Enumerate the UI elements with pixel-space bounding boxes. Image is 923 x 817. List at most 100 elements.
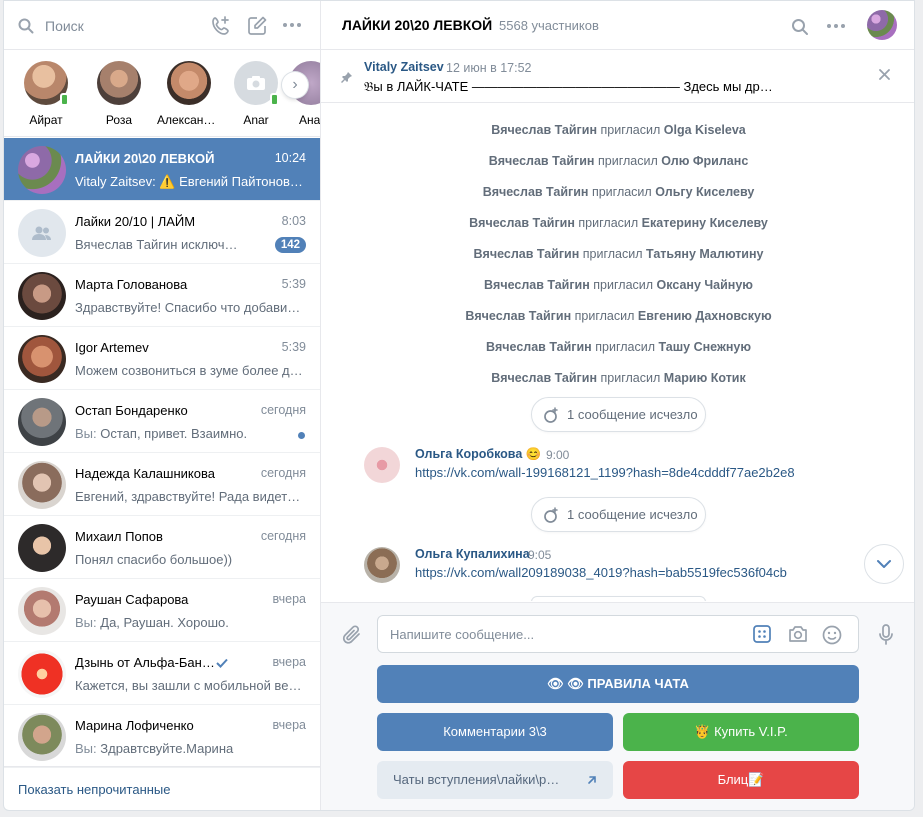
dialog-item[interactable]: Лайки 20/10 | ЛАЙМ 8:03 Вячеслав Тайгин …	[4, 201, 320, 264]
avatar	[167, 61, 211, 105]
dialogs-list: ЛАЙКИ 20\20 ЛЕВКОЙ 10:24 Vitaly Zaitsev:…	[4, 138, 320, 768]
dialog-name: Михаил Попов	[75, 529, 163, 544]
dialog-name: Лайки 20/10 | ЛАЙМ	[75, 214, 196, 229]
dialog-item[interactable]: Надежда Калашникова сегодня Евгений, здр…	[4, 453, 320, 516]
dialog-preview: Кажется, вы зашли с мобильной вер…	[75, 678, 305, 693]
dialog-time: сегодня	[260, 403, 306, 417]
stories-next-button[interactable]: ›	[282, 72, 308, 98]
bot-keyboard-icon[interactable]	[753, 625, 771, 643]
dialog-name: ЛАЙКИ 20\20 ЛЕВКОЙ	[75, 151, 215, 166]
new-call-icon[interactable]	[210, 15, 232, 37]
verified-check-icon	[216, 658, 228, 668]
dialog-preview: Да, Раушан. Хорошо.	[100, 615, 229, 630]
story-name: Айрат	[29, 113, 63, 127]
chevron-down-icon	[877, 560, 891, 568]
dialog-item[interactable]: Раушан Сафарова вчера Вы: Да, Раушан. Хо…	[4, 579, 320, 642]
story-name: Anar	[243, 113, 269, 127]
you-prefix: Вы:	[75, 741, 97, 756]
dialog-name: Надежда Калашникова	[75, 466, 215, 481]
camera-icon	[247, 76, 265, 90]
pin-icon	[341, 72, 352, 83]
service-message: Вячеслав Тайгин пригласил Ташу Снежную	[485, 340, 752, 354]
disappeared-message-pill[interactable]: 1 сообщение исчезло	[531, 397, 706, 432]
dialog-item[interactable]: Igor Artemev 5:39 Можем созвониться в зу…	[4, 327, 320, 390]
paperclip-icon[interactable]	[341, 624, 363, 646]
pinned-message[interactable]: Vitaly Zaitsev 12 июн в 17:52 𝔅ы в ЛАЙК-…	[321, 51, 914, 103]
scroll-down-button[interactable]	[864, 544, 904, 584]
show-unread-link[interactable]: Показать непрочитанные	[4, 766, 320, 810]
story-item[interactable]: Айрат	[14, 61, 78, 127]
service-message: Вячеслав Тайгин пригласил Olga Kiseleva	[491, 123, 746, 137]
search-input[interactable]: Поиск	[45, 18, 84, 34]
message-input[interactable]: Напишите сообщение...	[377, 615, 859, 653]
service-message: Вячеслав Тайгин пригласил Марию Котик	[491, 371, 746, 385]
search-icon	[18, 18, 34, 34]
dialog-preview: Остап, привет. Взаимно.	[100, 426, 248, 441]
dialog-name: Дзынь от Альфа-Бан…	[75, 655, 215, 670]
dialog-preview: Вячеслав Тайгин исключ…	[75, 237, 238, 252]
story-item[interactable]: Роза	[87, 61, 151, 127]
story-item[interactable]: Anar	[224, 61, 288, 127]
emoji-smile-icon[interactable]	[822, 625, 842, 645]
avatar	[364, 547, 400, 583]
message-time: 9:05	[528, 548, 552, 562]
message-link[interactable]: https://vk.com/wall-199168121_1199?hash=…	[415, 465, 795, 480]
pinned-author[interactable]: Vitaly Zaitsev	[364, 60, 444, 74]
search-icon[interactable]	[791, 18, 809, 36]
dialog-item[interactable]: Михаил Попов сегодня Понял спасибо больш…	[4, 516, 320, 579]
dialog-name: Igor Artemev	[75, 340, 149, 355]
message-history: Вячеслав Тайгин пригласил Olga Kiseleva …	[321, 104, 914, 601]
dialog-item[interactable]: Дзынь от Альфа-Бан… вчера Кажется, вы за…	[4, 642, 320, 705]
story-name: Ана	[299, 113, 320, 127]
message-author[interactable]: Ольга Купалихина	[415, 547, 530, 561]
keyboard-button-rules[interactable]: 👁 👁 ПРАВИЛА ЧАТА	[377, 665, 859, 703]
camera-icon[interactable]	[788, 625, 808, 643]
more-icon[interactable]	[826, 23, 846, 29]
avatar	[18, 461, 66, 509]
story-item[interactable]: Александ…	[157, 61, 221, 127]
chat-avatar[interactable]	[867, 10, 897, 40]
dialog-item[interactable]: Марина Лофиченко вчера Вы: Здравтсвуйте.…	[4, 705, 320, 768]
message-author[interactable]: Ольга Коробкова 😊	[415, 447, 541, 462]
dialog-item[interactable]: ЛАЙКИ 20\20 ЛЕВКОЙ 10:24 Vitaly Zaitsev:…	[4, 138, 320, 201]
avatar	[18, 335, 66, 383]
close-icon[interactable]	[879, 69, 890, 80]
avatar	[24, 61, 69, 106]
message-item[interactable]: Ольга Купалихина 9:05 https://vk.com/wal…	[364, 547, 884, 587]
message-input-placeholder: Напишите сообщение...	[390, 627, 535, 642]
more-icon[interactable]	[282, 22, 302, 28]
disappeared-message-pill[interactable]: 1 сообщение исчезло	[531, 497, 706, 532]
dialog-time: вчера	[272, 655, 306, 669]
dialog-preview: Здравтсвуйте.Марина	[100, 741, 234, 756]
keyboard-button-buy-vip[interactable]: 🤴 Купить V.I.P.	[623, 713, 859, 751]
compose-icon[interactable]	[246, 15, 268, 37]
external-link-arrow-icon	[588, 776, 596, 784]
disappearing-icon	[544, 407, 558, 423]
message-composer: Напишите сообщение... 👁 👁 ПРАВИЛА ЧАТА К…	[321, 602, 914, 810]
dialog-time: 10:24	[274, 151, 306, 165]
message-link[interactable]: https://vk.com/wall209189038_4019?hash=b…	[415, 565, 787, 580]
service-message: Вячеслав Тайгин пригласил Ольгу Киселеву	[482, 185, 755, 199]
online-indicator	[270, 93, 279, 106]
group-icon	[32, 226, 51, 240]
message-item[interactable]: Ольга Коробкова 😊 9:00 https://vk.com/wa…	[364, 447, 884, 487]
dialog-time: 5:39	[281, 340, 306, 354]
dialog-time: сегодня	[260, 529, 306, 543]
disappeared-label: 1 сообщение исчезло	[567, 507, 698, 522]
dialogs-column: Поиск Айрат Роза Александ… Anar Ана › ЛА…	[4, 1, 321, 810]
service-message: Вячеслав Тайгин пригласил Олю Фриланс	[488, 154, 749, 168]
keyboard-button-comments[interactable]: Комментарии 3\3	[377, 713, 613, 751]
dialog-item[interactable]: Остап Бондаренко сегодня Вы: Остап, прив…	[4, 390, 320, 453]
microphone-icon[interactable]	[878, 624, 894, 646]
dialog-preview: Здравствуйте! Спасибо что добавили…	[75, 300, 305, 315]
dialog-item[interactable]: Марта Голованова 5:39 Здравствуйте! Спас…	[4, 264, 320, 327]
join-chats-label: Чаты вступления\лайки\р…	[393, 772, 560, 787]
unread-count-badge: 142	[274, 237, 306, 253]
avatar	[18, 209, 66, 257]
dialog-name: Остап Бондаренко	[75, 403, 188, 418]
members-count[interactable]: 5568 участников	[499, 18, 599, 33]
dialog-time: сегодня	[260, 466, 306, 480]
conversation-title[interactable]: ЛАЙКИ 20\20 ЛЕВКОЙ	[342, 17, 492, 33]
keyboard-button-join-chats[interactable]: Чаты вступления\лайки\р…	[377, 761, 613, 799]
keyboard-button-blitz[interactable]: Блиц📝	[623, 761, 859, 799]
